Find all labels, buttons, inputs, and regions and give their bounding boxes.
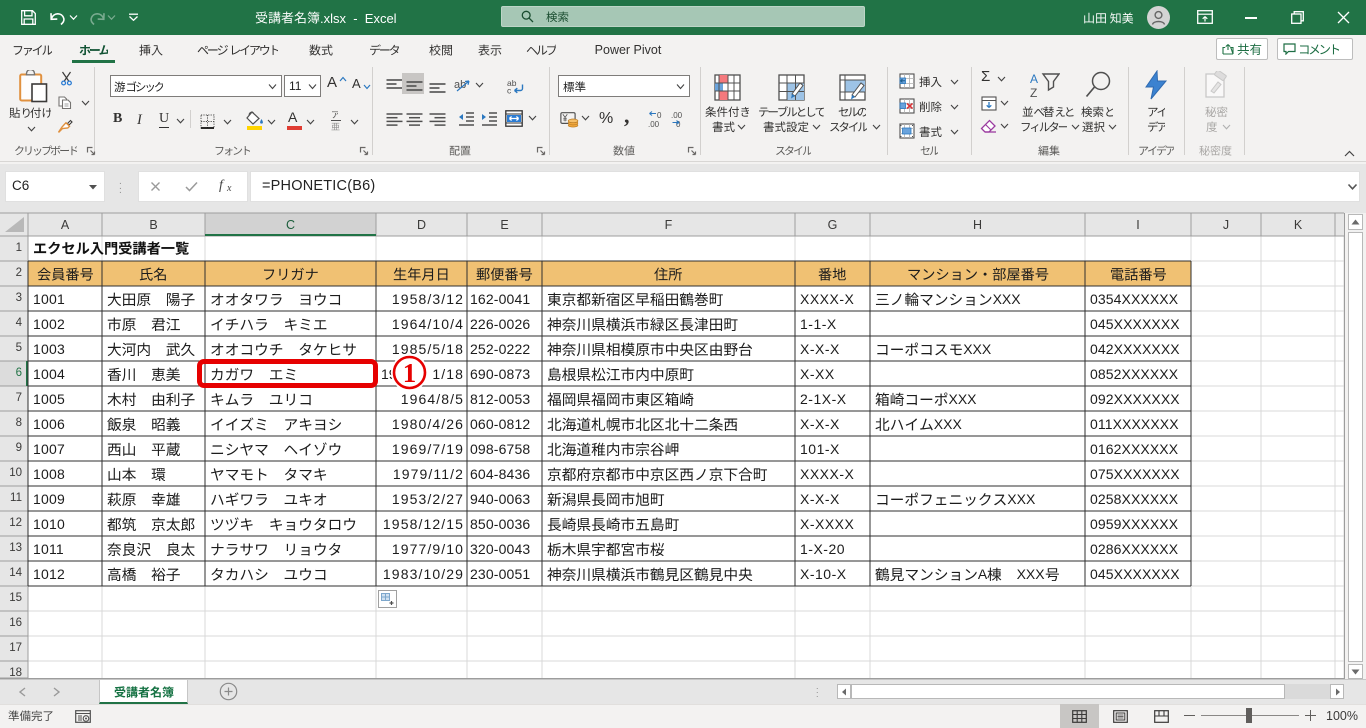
svg-text:1: 1 — [403, 358, 417, 388]
